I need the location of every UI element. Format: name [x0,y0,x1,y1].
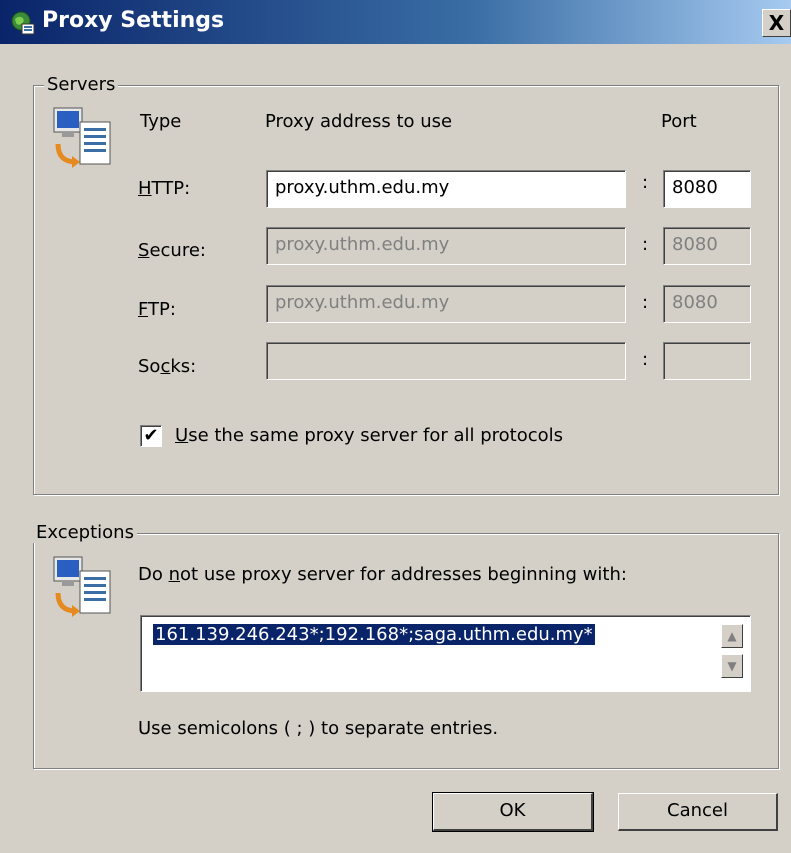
http-address-input[interactable]: proxy.uthm.edu.my [266,170,626,208]
exceptions-hint: Use semicolons ( ; ) to separate entries… [138,718,499,739]
secure-label: Secure: [138,240,206,261]
secure-address-input[interactable]: proxy.uthm.edu.my [266,227,626,265]
same-proxy-label: Use the same proxy server for all protoc… [175,425,564,446]
ftp-colon: : [642,292,649,313]
same-proxy-checkbox[interactable]: ✔ [140,425,162,447]
exceptions-legend: Exceptions [33,522,137,543]
close-button[interactable]: X [762,9,791,37]
secure-colon: : [642,234,649,255]
socks-label: Socks: [138,356,197,377]
title-bar: Proxy Settings X [0,0,791,44]
secure-port-input[interactable]: 8080 [663,227,751,265]
scroll-down-button[interactable]: ▼ [721,654,743,678]
ftp-address-input[interactable]: proxy.uthm.edu.my [266,285,626,323]
computer-document-icon [53,556,111,617]
socks-colon: : [642,349,649,370]
scroll-up-button[interactable]: ▲ [721,624,743,648]
socks-port-input[interactable] [663,342,751,380]
port-column-header: Port [661,111,697,132]
cancel-button[interactable]: Cancel [618,793,778,831]
network-globe-icon [11,11,35,35]
window-title: Proxy Settings [42,8,225,33]
http-label: HTTP: [138,178,191,199]
address-column-header: Proxy address to use [265,111,453,132]
exceptions-textarea[interactable]: 161.139.246.243*;192.168*;saga.uthm.edu.… [140,615,751,692]
http-colon: : [642,172,649,193]
ftp-label: FTP: [138,299,176,320]
ftp-port-input[interactable]: 8080 [663,285,751,323]
ok-button[interactable]: OK [432,792,594,832]
servers-legend: Servers [44,74,119,95]
exceptions-instruction: Do not use proxy server for addresses be… [138,564,627,585]
exceptions-value: 161.139.246.243*;192.168*;saga.uthm.edu.… [153,624,595,645]
type-column-header: Type [140,111,182,132]
http-port-input[interactable]: 8080 [663,170,751,208]
socks-address-input[interactable] [266,342,626,380]
computer-document-icon [53,107,111,168]
